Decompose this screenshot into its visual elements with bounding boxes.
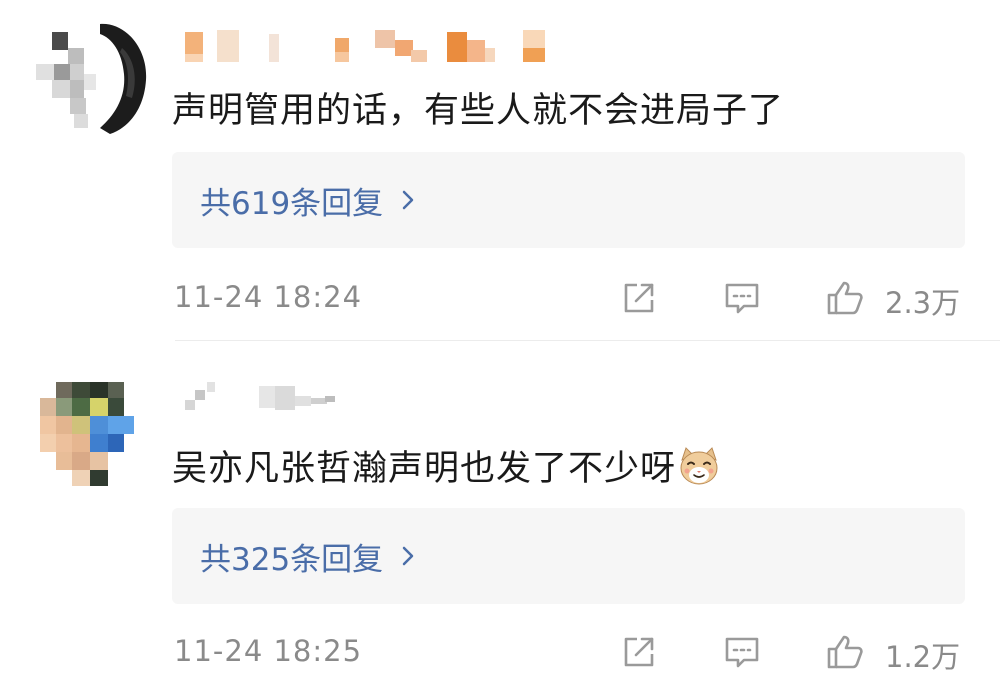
timestamp: 11-24 18:24	[174, 280, 363, 314]
comment-text-content: 吴亦凡张哲瀚声明也发了不少呀	[172, 449, 677, 489]
share-icon[interactable]	[619, 632, 659, 672]
username-pixelated	[185, 30, 545, 62]
comment-meta: 11-24 18:24 2.3万	[172, 278, 965, 320]
timestamp: 11-24 18:25	[174, 634, 363, 668]
comment-meta: 11-24 18:25 1.2万	[172, 632, 965, 674]
avatar[interactable]	[30, 382, 150, 502]
divider	[175, 340, 1000, 341]
comment-text: 声明管用的话，有些人就不会进局子了	[172, 91, 785, 131]
comment-item: 吴亦凡张哲瀚声明也发了不少呀 共325条回复 11-24 18:25 1.2万	[0, 342, 1000, 686]
replies-count-label: 共325条回复	[200, 541, 384, 578]
pixelated-avatar-image	[30, 18, 150, 138]
replies-button[interactable]: 共619条回复	[172, 152, 965, 248]
share-icon[interactable]	[619, 278, 659, 318]
comment-icon[interactable]	[722, 632, 762, 672]
cat-face-emoji-icon	[680, 447, 718, 485]
replies-button[interactable]: 共325条回复	[172, 508, 965, 604]
username-obscured[interactable]	[185, 28, 565, 64]
like-icon[interactable]	[825, 278, 865, 318]
avatar[interactable]	[30, 18, 150, 138]
replies-count-label: 共619条回复	[200, 185, 384, 222]
username-obscured[interactable]	[185, 382, 345, 418]
like-count: 2.3万	[885, 286, 961, 320]
chevron-right-icon	[402, 546, 414, 566]
like-icon[interactable]	[825, 632, 865, 672]
comment-item: 声明管用的话，有些人就不会进局子了 共619条回复 11-24 18:24 2.…	[0, 0, 1000, 340]
comment-text: 吴亦凡张哲瀚声明也发了不少呀	[172, 440, 720, 491]
comment-icon[interactable]	[722, 278, 762, 318]
pixelated-avatar-image	[30, 382, 150, 502]
username-pixelated	[185, 382, 335, 410]
chevron-right-icon	[402, 190, 414, 210]
like-count: 1.2万	[885, 640, 961, 674]
